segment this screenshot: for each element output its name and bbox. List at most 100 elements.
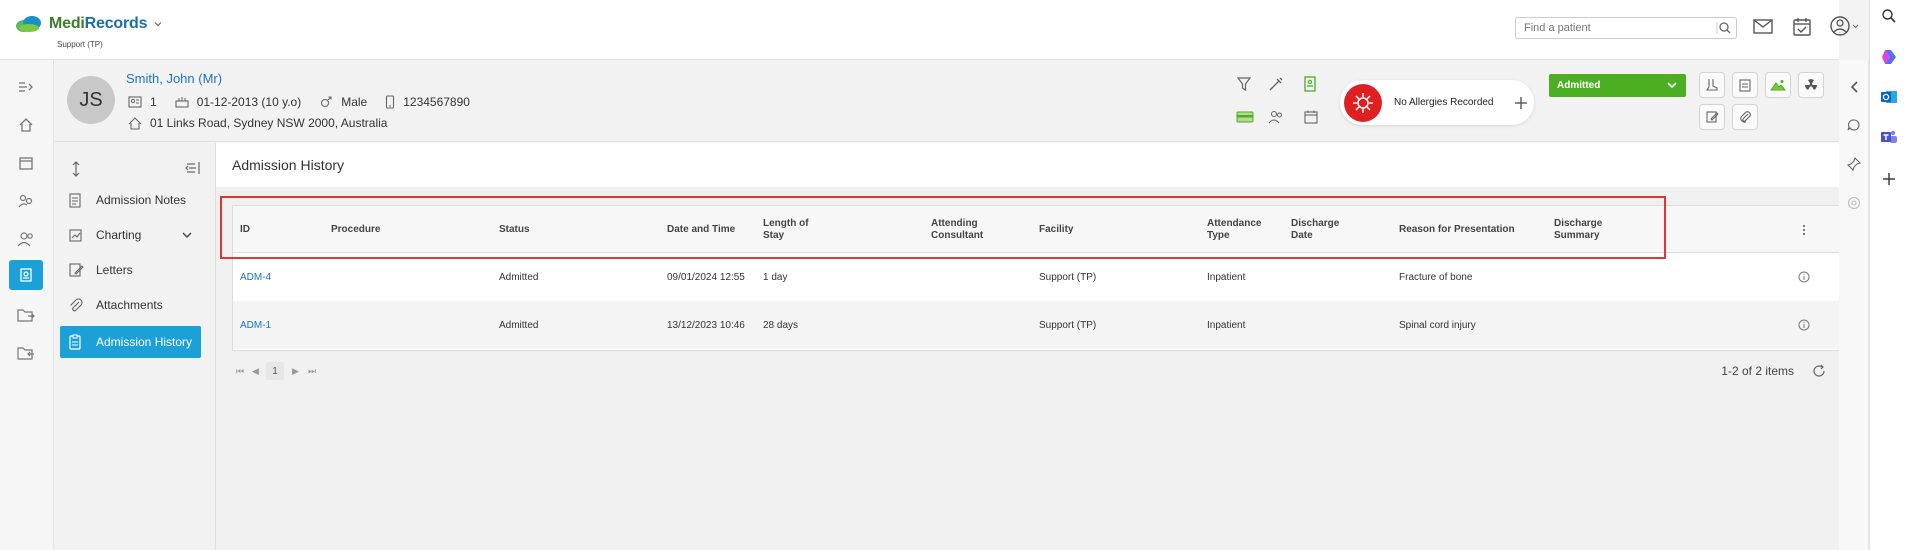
calendar-check-icon[interactable] (1791, 16, 1813, 38)
folder-out-nav[interactable] (9, 300, 43, 330)
column-header-attending-consultant[interactable]: Attending Consultant (931, 206, 983, 253)
subnav-admission-notes[interactable]: Admission Notes (60, 184, 201, 216)
admission-history-table: ID Procedure Status Date and Time Length… (232, 205, 1840, 351)
row-info-button[interactable] (1798, 301, 1810, 349)
resize-vertical-icon[interactable] (70, 161, 82, 177)
clipboard-icon (1739, 79, 1751, 92)
chevron-down-icon[interactable] (181, 230, 193, 240)
user-account-icon[interactable] (1830, 15, 1860, 37)
first-page-button[interactable]: ⏮ (236, 366, 244, 377)
refresh-icon[interactable] (1812, 364, 1826, 378)
landscape-icon (1770, 80, 1786, 91)
syringe-icon[interactable] (1268, 76, 1284, 92)
row-info-button[interactable] (1798, 253, 1810, 301)
cell-status: Admitted (499, 319, 539, 331)
column-header-id[interactable]: ID (240, 206, 250, 253)
edge-copilot-button[interactable] (1870, 48, 1907, 66)
appointment-calendar-icon[interactable] (1303, 109, 1319, 125)
add-allergy-icon[interactable] (1514, 96, 1528, 110)
paperclip-icon-button[interactable] (1732, 104, 1758, 130)
column-header-date-time[interactable]: Date and Time (667, 206, 735, 253)
edge-outlook-button[interactable] (1870, 88, 1907, 106)
admission-id-link[interactable]: ADM-1 (240, 301, 271, 349)
radiation-icon-button[interactable] (1798, 72, 1824, 98)
top-bar: MediRecords Support (TP) (0, 0, 1859, 60)
green-document-icon[interactable] (1303, 76, 1317, 92)
folder-in-nav[interactable] (9, 338, 43, 368)
edge-search-button[interactable] (1870, 8, 1907, 24)
expand-menu-icon (19, 82, 33, 92)
table-row[interactable]: ADM-1 Admitted 13/12/2023 10:46 28 days … (233, 301, 1839, 349)
patients-nav[interactable] (9, 224, 43, 254)
edge-add-button[interactable] (1870, 172, 1907, 186)
allergy-text: No Allergies Recorded (1394, 97, 1494, 108)
cell-length-of-stay: 28 days (763, 319, 799, 331)
subnav-attachments[interactable]: Attachments (60, 289, 201, 321)
search-icon[interactable] (1716, 20, 1732, 36)
patient-record-nav[interactable] (9, 260, 43, 290)
column-header-reason[interactable]: Reason for Presentation (1399, 206, 1515, 253)
patient-search[interactable] (1515, 17, 1737, 39)
subnav-label: Admission Notes (96, 193, 187, 207)
folder-import-icon (17, 347, 34, 360)
cell-length-of-stay: 1 day (763, 271, 788, 283)
mail-icon[interactable] (1752, 16, 1774, 36)
last-page-button[interactable]: ⏭ (308, 366, 316, 377)
contacts-icon[interactable] (1268, 109, 1284, 125)
column-menu[interactable] (1802, 206, 1806, 253)
table-row[interactable]: ADM-4 Admitted 09/01/2024 12:55 1 day Su… (233, 253, 1839, 301)
column-header-discharge-date[interactable]: Discharge Date (1291, 206, 1339, 253)
subnav-letters[interactable]: Letters (60, 254, 201, 286)
filter-icon[interactable] (1236, 76, 1252, 92)
column-header-discharge-summary[interactable]: Discharge Summary (1554, 206, 1602, 253)
mobile-phone-icon (386, 95, 395, 109)
edit-note-icon-button[interactable] (1699, 104, 1725, 130)
collapse-panel-icon[interactable] (184, 161, 200, 175)
folder-export-icon (17, 309, 35, 322)
group-icon (18, 194, 33, 208)
patient-phone: 1234567890 (403, 95, 470, 109)
subnav-charting[interactable]: Charting (60, 219, 201, 251)
chevron-down-icon[interactable] (153, 19, 163, 29)
patient-address-line: 01 Links Road, Sydney NSW 2000, Australi… (128, 116, 405, 130)
calendar-icon (19, 157, 33, 170)
column-header-facility[interactable]: Facility (1039, 206, 1073, 253)
comment-icon[interactable] (1847, 118, 1861, 132)
home-address-icon (128, 116, 142, 130)
search-input[interactable] (1516, 18, 1706, 38)
chevron-down-icon (1667, 82, 1677, 89)
card-icon[interactable] (1236, 110, 1254, 124)
prev-page-button[interactable]: ◀ (252, 366, 259, 377)
patient-dob: 01-12-2013 (10 y.o) (196, 95, 302, 109)
column-header-status[interactable]: Status (499, 206, 530, 253)
allergy-panel[interactable]: No Allergies Recorded (1340, 80, 1534, 125)
clipboard-icon-button[interactable] (1732, 72, 1758, 98)
column-header-length-of-stay[interactable]: Length of Stay (763, 206, 809, 253)
avatar: JS (67, 76, 115, 124)
teams-icon (1881, 130, 1897, 143)
chevron-left-icon[interactable] (1848, 80, 1860, 94)
boot-icon-button[interactable] (1699, 72, 1725, 98)
home-nav[interactable] (9, 110, 43, 140)
groups-nav[interactable] (9, 186, 43, 216)
landscape-icon-button[interactable] (1765, 72, 1791, 98)
radiation-icon (1805, 79, 1817, 90)
calendar-nav[interactable] (9, 148, 43, 178)
column-header-procedure[interactable]: Procedure (331, 206, 380, 253)
expand-menu-button[interactable] (9, 72, 43, 102)
charting-icon (69, 229, 82, 242)
search-icon (1882, 9, 1896, 23)
cell-attendance-type: Inpatient (1207, 271, 1246, 283)
patient-name-link[interactable]: Smith, John (Mr) (126, 71, 222, 86)
admission-status-dropdown[interactable]: Admitted (1549, 74, 1686, 97)
pin-icon[interactable] (1847, 157, 1861, 171)
edge-teams-button[interactable] (1870, 128, 1907, 146)
at-sign-icon[interactable] (1847, 196, 1861, 210)
app-logo[interactable]: MediRecords (15, 15, 163, 33)
admission-id-link[interactable]: ADM-4 (240, 253, 271, 301)
column-header-attendance-type[interactable]: Attendance Type (1207, 206, 1261, 253)
cell-facility: Support (TP) (1039, 319, 1097, 331)
page-number-button[interactable]: 1 (266, 362, 284, 380)
next-page-button[interactable]: ▶ (292, 366, 299, 377)
subnav-admission-history[interactable]: Admission History (60, 326, 201, 358)
